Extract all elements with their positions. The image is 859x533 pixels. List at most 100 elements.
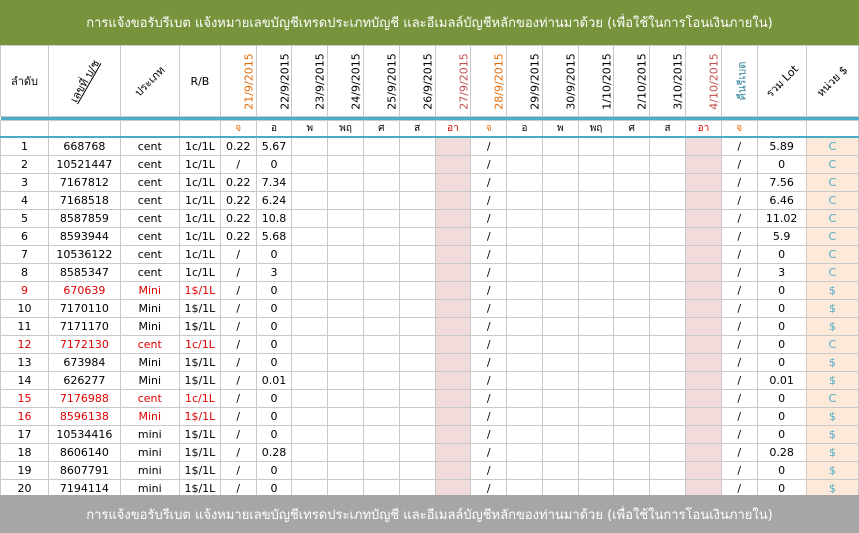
row-day-cell-3[interactable]: [291, 263, 329, 282]
weekday-cell-15[interactable]: จ: [720, 120, 758, 138]
row-day-cell-13[interactable]: [649, 425, 686, 444]
row-day-cell-6[interactable]: [398, 209, 436, 228]
row-cashback[interactable]: /: [720, 299, 758, 318]
row-day-cell-12[interactable]: [613, 425, 651, 444]
row-day-cell-6[interactable]: [398, 317, 436, 336]
row-day-cell-2[interactable]: 6.24: [255, 191, 293, 210]
row-day-cell-14[interactable]: [685, 353, 722, 372]
row-unit[interactable]: C: [805, 227, 859, 246]
row-day-cell-3[interactable]: [291, 371, 329, 390]
row-type[interactable]: Mini: [119, 371, 180, 390]
row-day-cell-3[interactable]: [291, 443, 329, 462]
row-day-cell-11[interactable]: [577, 227, 615, 246]
row-index[interactable]: 15: [0, 389, 50, 408]
row-day-cell-14[interactable]: [685, 191, 722, 210]
row-total-lot[interactable]: 6.46: [756, 191, 807, 210]
row-day-cell-9[interactable]: [506, 371, 543, 390]
row-day-cell-6[interactable]: [398, 407, 436, 426]
row-rb[interactable]: 1$/1L: [178, 281, 221, 300]
row-day-cell-5[interactable]: [362, 136, 400, 156]
row-day-cell-8[interactable]: /: [470, 209, 508, 228]
row-unit[interactable]: C: [805, 335, 859, 354]
row-unit[interactable]: $: [805, 407, 859, 426]
weekday-blank-cell[interactable]: [178, 120, 221, 138]
row-unit[interactable]: C: [805, 263, 859, 282]
weekday-cell-9[interactable]: อ: [506, 120, 543, 138]
row-total-lot[interactable]: 0: [756, 335, 807, 354]
row-rb[interactable]: 1c/1L: [178, 245, 221, 264]
row-day-cell-5[interactable]: [362, 443, 400, 462]
row-day-cell-8[interactable]: /: [470, 191, 508, 210]
row-day-cell-3[interactable]: [291, 299, 329, 318]
row-day-cell-13[interactable]: [649, 281, 686, 300]
row-cashback[interactable]: /: [720, 209, 758, 228]
row-day-cell-12[interactable]: [613, 263, 651, 282]
row-day-cell-14[interactable]: [685, 155, 722, 174]
row-day-cell-12[interactable]: [613, 461, 651, 480]
row-cashback[interactable]: /: [720, 136, 758, 156]
row-day-cell-6[interactable]: [398, 443, 436, 462]
weekday-cell-3[interactable]: พ: [291, 120, 329, 138]
row-type[interactable]: cent: [119, 173, 180, 192]
row-day-cell-14[interactable]: [685, 263, 722, 282]
weekday-cell-7[interactable]: อา: [434, 120, 472, 138]
row-cashback[interactable]: /: [720, 371, 758, 390]
row-day-cell-2[interactable]: 10.8: [255, 209, 293, 228]
row-cashback[interactable]: /: [720, 389, 758, 408]
row-day-cell-9[interactable]: [506, 353, 543, 372]
row-day-cell-8[interactable]: /: [470, 371, 508, 390]
row-day-cell-7[interactable]: [434, 443, 472, 462]
row-day-cell-12[interactable]: [613, 371, 651, 390]
row-day-cell-14[interactable]: [685, 389, 722, 408]
weekday-cell-8[interactable]: จ: [470, 120, 508, 138]
row-day-cell-12[interactable]: [613, 227, 651, 246]
row-day-cell-1[interactable]: /: [219, 443, 257, 462]
weekday-cell-1[interactable]: จ: [219, 120, 257, 138]
row-type[interactable]: Mini: [119, 317, 180, 336]
row-cashback[interactable]: /: [720, 317, 758, 336]
row-cashback[interactable]: /: [720, 407, 758, 426]
row-day-cell-7[interactable]: [434, 389, 472, 408]
row-day-cell-2[interactable]: 5.68: [255, 227, 293, 246]
row-rb[interactable]: 1$/1L: [178, 371, 221, 390]
row-type[interactable]: mini: [119, 425, 180, 444]
row-day-cell-3[interactable]: [291, 281, 329, 300]
row-day-cell-14[interactable]: [685, 407, 722, 426]
row-type[interactable]: mini: [119, 461, 180, 480]
row-day-cell-2[interactable]: 0: [255, 335, 293, 354]
row-day-cell-12[interactable]: [613, 245, 651, 264]
row-day-cell-9[interactable]: [506, 191, 543, 210]
row-day-cell-13[interactable]: [649, 263, 686, 282]
row-day-cell-13[interactable]: [649, 461, 686, 480]
row-day-cell-2[interactable]: 0: [255, 407, 293, 426]
row-cashback[interactable]: /: [720, 155, 758, 174]
row-day-cell-3[interactable]: [291, 191, 329, 210]
row-rb[interactable]: 1c/1L: [178, 227, 221, 246]
row-day-cell-13[interactable]: [649, 371, 686, 390]
row-total-lot[interactable]: 0: [756, 407, 807, 426]
row-type[interactable]: mini: [119, 443, 180, 462]
row-day-cell-2[interactable]: 5.67: [255, 136, 293, 156]
row-day-cell-6[interactable]: [398, 461, 436, 480]
row-day-cell-6[interactable]: [398, 281, 436, 300]
row-day-cell-4[interactable]: [327, 425, 364, 444]
row-day-cell-1[interactable]: /: [219, 461, 257, 480]
row-day-cell-2[interactable]: 0: [255, 155, 293, 174]
row-account[interactable]: 8593944: [48, 227, 121, 246]
row-day-cell-10[interactable]: [541, 443, 579, 462]
row-day-cell-8[interactable]: /: [470, 299, 508, 318]
row-day-cell-4[interactable]: [327, 443, 364, 462]
row-day-cell-4[interactable]: [327, 136, 364, 156]
row-day-cell-11[interactable]: [577, 443, 615, 462]
row-index[interactable]: 14: [0, 371, 50, 390]
row-day-cell-8[interactable]: /: [470, 281, 508, 300]
row-day-cell-11[interactable]: [577, 335, 615, 354]
row-day-cell-11[interactable]: [577, 407, 615, 426]
row-day-cell-3[interactable]: [291, 335, 329, 354]
row-day-cell-14[interactable]: [685, 335, 722, 354]
row-day-cell-1[interactable]: 0.22: [219, 209, 257, 228]
row-total-lot[interactable]: 0: [756, 425, 807, 444]
row-day-cell-12[interactable]: [613, 191, 651, 210]
row-day-cell-1[interactable]: /: [219, 407, 257, 426]
row-day-cell-1[interactable]: /: [219, 317, 257, 336]
